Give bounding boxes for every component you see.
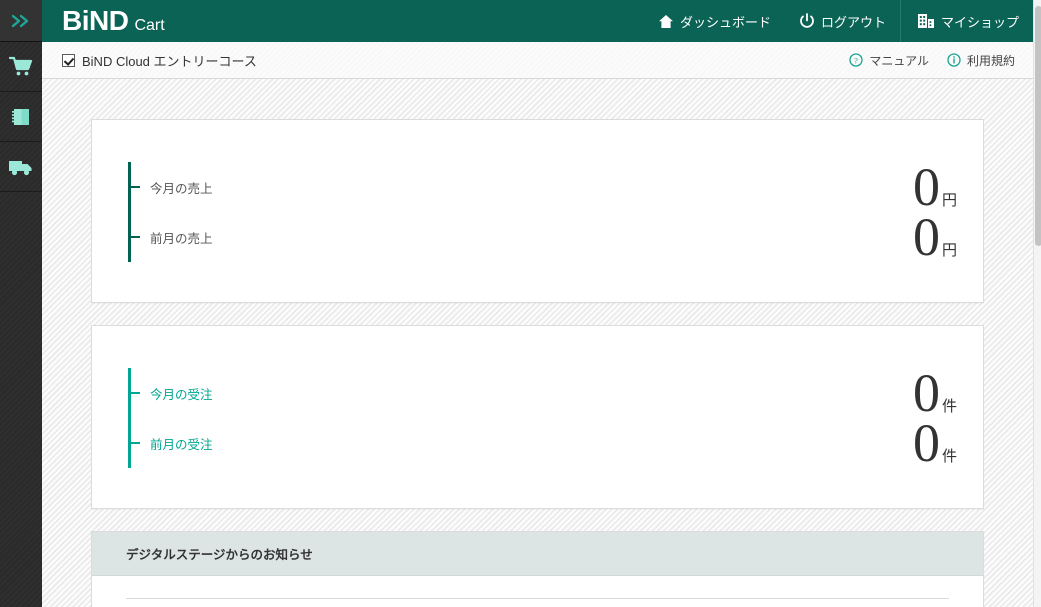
stat-value: 0 円 <box>913 160 957 214</box>
accent-bracket-icon <box>128 418 148 468</box>
stat-number: 0 <box>912 207 940 267</box>
brand-suffix: Cart <box>134 17 165 34</box>
brand-name: BiND <box>62 5 129 36</box>
stat-row-sales-previous: 前月の売上 0 円 <box>128 210 957 264</box>
double-chevron-right-icon <box>10 13 32 29</box>
link-terms-label: 利用規約 <box>966 53 1015 68</box>
stat-unit: 円 <box>941 242 957 259</box>
news-item[interactable]: キャンペーン 2014/05/14 【イプシロン】『早期入金サービス』がリリース… <box>126 598 949 607</box>
nav-logout-label: ログアウト <box>820 14 886 30</box>
link-manual[interactable]: ? マニュアル <box>849 52 929 69</box>
stat-unit: 件 <box>941 398 957 415</box>
stat-label: 前月の売上 <box>150 231 213 246</box>
top-header-bar: BiND Cart ダッシュボード ログアウト マイショップ <box>42 0 1033 42</box>
link-manual-label: マニュアル <box>869 53 929 68</box>
page-scrollbar[interactable] <box>1033 0 1041 607</box>
sales-summary-panel: 今月の売上 0 円 前月の売上 0 円 <box>91 119 984 303</box>
stat-value: 0 件 <box>913 416 957 470</box>
stat-label: 前月の受注 <box>150 437 213 452</box>
stat-unit: 件 <box>941 448 957 465</box>
news-list: キャンペーン 2014/05/14 【イプシロン】『早期入金サービス』がリリース… <box>92 576 983 607</box>
svg-text:?: ? <box>854 55 858 65</box>
stat-number: 0 <box>912 363 940 423</box>
stat-row-orders-previous: 前月の受注 0 件 <box>128 416 957 470</box>
news-panel: デジタルステージからのお知らせ キャンペーン 2014/05/14 【イプシロン… <box>91 531 984 607</box>
shop-building-icon <box>917 13 935 29</box>
stat-value: 0 円 <box>913 210 957 264</box>
stat-value: 0 件 <box>913 366 957 420</box>
sidebar-item-delivery[interactable] <box>0 142 42 192</box>
sidebar-item-notebook[interactable] <box>0 92 42 142</box>
sub-navigation: ? マニュアル 利用規約 <box>849 52 1015 69</box>
notebook-icon <box>10 106 32 128</box>
stat-number: 0 <box>912 157 940 217</box>
power-icon <box>799 13 815 29</box>
app-logo: BiND Cart <box>62 7 165 35</box>
scrollbar-thumb[interactable] <box>1035 6 1041 246</box>
nav-logout[interactable]: ログアウト <box>785 0 900 42</box>
nav-dashboard[interactable]: ダッシュボード <box>644 0 785 42</box>
link-terms[interactable]: 利用規約 <box>947 52 1015 69</box>
course-label: BiND Cloud エントリーコース <box>82 53 257 69</box>
accent-bracket-icon <box>128 162 148 212</box>
home-icon <box>658 14 674 29</box>
sidebar <box>0 0 42 607</box>
main-content: 今月の売上 0 円 前月の売上 0 円 今月の受注 0 件 前月の受注 0 件 … <box>42 79 1033 607</box>
nav-dashboard-label: ダッシュボード <box>679 14 771 30</box>
stat-number: 0 <box>912 413 940 473</box>
sidebar-item-cart[interactable] <box>0 42 42 92</box>
nav-myshop[interactable]: マイショップ <box>899 0 1033 42</box>
news-panel-heading: デジタルステージからのお知らせ <box>92 532 983 576</box>
orders-summary-panel: 今月の受注 0 件 前月の受注 0 件 <box>91 325 984 509</box>
course-indicator[interactable]: BiND Cloud エントリーコース <box>62 51 257 70</box>
stat-row-orders-current: 今月の受注 0 件 <box>128 366 957 420</box>
sidebar-expand-button[interactable] <box>0 0 42 42</box>
stat-row-sales-current: 今月の売上 0 円 <box>128 160 957 214</box>
info-circle-icon <box>947 53 961 67</box>
course-checkbox[interactable] <box>62 53 75 67</box>
accent-bracket-icon <box>128 212 148 262</box>
stat-label: 今月の売上 <box>150 181 213 196</box>
stat-label: 今月の受注 <box>150 387 213 402</box>
top-navigation: ダッシュボード ログアウト マイショップ <box>644 0 1033 42</box>
accent-bracket-icon <box>128 368 148 418</box>
question-circle-icon: ? <box>849 53 863 67</box>
shopping-cart-icon <box>9 56 33 78</box>
delivery-truck-icon <box>8 157 34 177</box>
sub-header-bar: BiND Cloud エントリーコース ? マニュアル 利用規約 <box>42 42 1033 79</box>
nav-myshop-label: マイショップ <box>940 14 1019 30</box>
stat-unit: 円 <box>941 192 957 209</box>
